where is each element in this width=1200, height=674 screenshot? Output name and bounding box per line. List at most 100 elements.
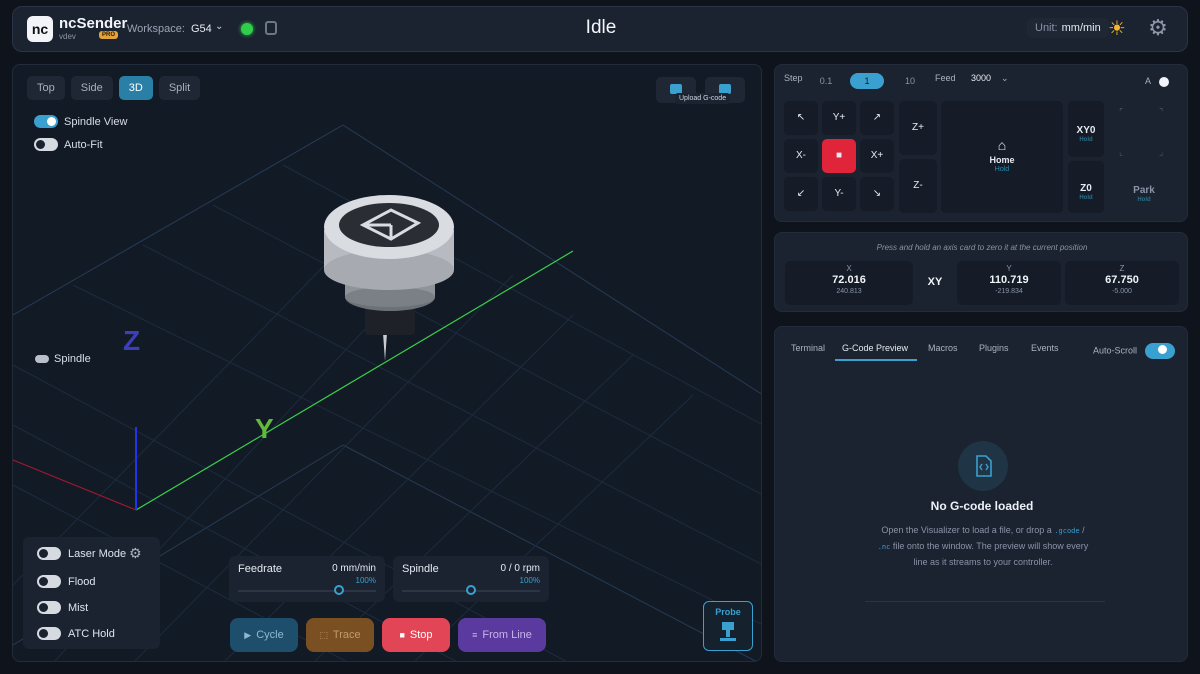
jog-y-plus[interactable]: Y+: [822, 101, 856, 135]
probe-button[interactable]: Probe: [703, 601, 753, 651]
stop-label: Stop: [409, 629, 433, 641]
zero-xy-button[interactable]: XY0 Hold: [1068, 101, 1104, 157]
feedrate-value: 0 mm/min: [332, 563, 376, 574]
corner-bottom-left-icon[interactable]: ⌞: [1119, 147, 1123, 158]
jog-y-minus[interactable]: Y-: [822, 177, 856, 211]
chevron-down-icon[interactable]: ⌄: [1001, 73, 1009, 84]
tab-terminal[interactable]: Terminal: [791, 343, 825, 353]
auto-scroll-toggle[interactable]: [1144, 343, 1175, 359]
jog-stop-button[interactable]: ■: [822, 139, 856, 173]
zero-xy-hold: Hold: [1079, 137, 1093, 143]
atc-hold-toggle[interactable]: [37, 627, 61, 640]
probe-icon: [720, 622, 736, 641]
play-icon: ▶: [244, 630, 252, 640]
sun-icon[interactable]: ☀: [1107, 19, 1127, 39]
tab-gcode-preview[interactable]: G-Code Preview: [842, 343, 908, 353]
axis-label-y: Y: [255, 413, 274, 444]
flood-toggle[interactable]: [37, 575, 61, 588]
step-10[interactable]: 10: [893, 73, 927, 89]
jog-x-plus-y-minus[interactable]: ↘: [860, 177, 894, 211]
home-button[interactable]: ⌂ Home Hold: [941, 101, 1063, 213]
header-bar: nc ncSender vdev PRO Workspace: G54 ⌄ Id…: [12, 6, 1188, 52]
axis-label-z: Z: [123, 325, 141, 356]
zero-z-button[interactable]: Z0 Hold: [1068, 161, 1104, 213]
tab-plugins[interactable]: Plugins: [979, 343, 1009, 353]
jog-z-minus[interactable]: Z-: [899, 159, 937, 213]
trace-button[interactable]: ⬚ Trace: [306, 618, 374, 652]
jog-x-minus-y-plus[interactable]: ↖: [784, 101, 818, 135]
axis-x-work: 72.016: [832, 274, 866, 286]
jog-z-plus[interactable]: Z+: [899, 101, 937, 155]
empty-state-title: No G-code loaded: [930, 499, 1034, 513]
spindle-slider-knob[interactable]: [466, 585, 476, 595]
position-readout: Press and hold an axis card to zero it a…: [774, 232, 1188, 312]
jog-x-plus[interactable]: X+: [860, 139, 894, 173]
axis-z-work: 67.750: [1105, 274, 1139, 286]
probe-label: Probe: [715, 607, 741, 617]
spindle-override-value: 0 / 0 rpm: [500, 563, 540, 574]
auto-fit-row: Auto-Fit: [34, 138, 103, 151]
dro-hint: Press and hold an axis card to zero it a…: [876, 243, 1088, 252]
spindle-toggle[interactable]: [35, 355, 49, 364]
upload-tooltip: Upload G-code: [675, 93, 731, 104]
jog-panel: Step 0.1 1 10 Feed 3000 ⌄ A ↖ Y+ ↗ X- ■ …: [774, 64, 1188, 222]
jog-x-plus-y-plus[interactable]: ↗: [860, 101, 894, 135]
from-line-button[interactable]: ≡ From Line: [458, 618, 546, 652]
coolant-panel: Laser Mode ⚙ Flood Mist ATC Hold: [23, 537, 160, 649]
tab-events[interactable]: Events: [1031, 343, 1059, 353]
axis-z-machine: -5.000: [1112, 288, 1132, 295]
ext-nc: .nc: [877, 543, 891, 551]
flood-row: Flood: [37, 575, 96, 588]
a-axis-toggle[interactable]: [1159, 76, 1170, 87]
feedrate-slider-knob[interactable]: [333, 585, 344, 595]
home-label: Home: [989, 155, 1015, 165]
feed-select[interactable]: 3000: [971, 73, 991, 83]
zero-xy-card[interactable]: XY: [917, 261, 953, 305]
corner-top-left-icon[interactable]: ⌜: [1119, 107, 1123, 118]
laser-settings-icon[interactable]: ⚙: [129, 545, 142, 562]
divider: [865, 601, 1105, 602]
cycle-button[interactable]: ▶ Cycle: [230, 618, 298, 652]
axis-y-work: 110.719: [989, 274, 1029, 286]
axis-card-y[interactable]: Y 110.719 -219.834: [957, 261, 1061, 305]
axis-card-x[interactable]: X 72.016 240.813: [785, 261, 913, 305]
unit-toggle[interactable]: Unit: mm/min: [1027, 18, 1109, 38]
atc-hold-label: ATC Hold: [68, 627, 115, 640]
corner-bottom-right-icon[interactable]: ⌟: [1159, 147, 1163, 158]
machine-state: Idle: [585, 17, 617, 38]
spindle-view-toggle[interactable]: [34, 115, 58, 128]
stop-icon: ■: [399, 630, 405, 640]
gear-icon[interactable]: ⚙: [1147, 17, 1169, 39]
step-1[interactable]: 1: [850, 73, 884, 89]
empty-desc-line-2: file onto the window. The preview will s…: [892, 541, 1089, 567]
active-tab-indicator: [835, 359, 917, 361]
zero-z-label: Z0: [1080, 183, 1092, 194]
tab-macros[interactable]: Macros: [928, 343, 958, 353]
laser-mode-toggle[interactable]: [37, 547, 61, 560]
axis-card-z[interactable]: Z 67.750 -5.000: [1065, 261, 1179, 305]
park-label: Park: [1133, 185, 1155, 196]
axis-y-name: Y: [1006, 264, 1012, 273]
jog-x-minus[interactable]: X-: [784, 139, 818, 173]
jog-x-minus-y-minus[interactable]: ↙: [784, 177, 818, 211]
spindle-view-label: Spindle View: [64, 115, 128, 128]
home-icon: ⌂: [997, 137, 1007, 153]
park-button[interactable]: Park Hold: [1111, 177, 1177, 213]
tab-side[interactable]: Side: [70, 76, 113, 100]
feedrate-slider-track[interactable]: [238, 590, 376, 592]
auto-scroll-label: Auto-Scroll: [1093, 345, 1138, 356]
corner-top-right-icon[interactable]: ⌝: [1159, 107, 1163, 118]
auto-scroll-row: Auto-Scroll: [1093, 343, 1175, 359]
stop-button[interactable]: ■ Stop: [382, 618, 450, 652]
step-0-1[interactable]: 0.1: [809, 73, 843, 89]
unit-label: Unit:: [1035, 22, 1058, 34]
tab-3d[interactable]: 3D: [118, 76, 153, 100]
tab-split[interactable]: Split: [158, 76, 201, 100]
mist-toggle[interactable]: [37, 601, 61, 614]
spindle-override-title: Spindle: [402, 563, 439, 575]
feedrate-override: Feedrate 0 mm/min 100%: [229, 556, 385, 602]
spindle-row: Spindle: [35, 353, 91, 365]
auto-fit-toggle[interactable]: [34, 138, 58, 151]
tab-top[interactable]: Top: [27, 76, 65, 100]
unit-value: mm/min: [1061, 22, 1101, 34]
